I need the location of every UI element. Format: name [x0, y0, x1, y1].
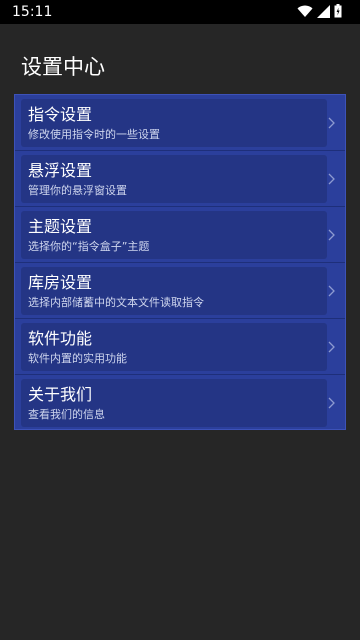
wifi-icon: [297, 3, 313, 22]
chevron-right-icon: [328, 341, 335, 353]
menu-item-theme-settings[interactable]: 主题设置 选择你的“指令盒子”主题: [15, 207, 345, 263]
battery-icon: [334, 3, 342, 22]
status-time: 15:11: [12, 4, 53, 20]
menu-item-float-settings[interactable]: 悬浮设置 管理你的悬浮窗设置: [15, 151, 345, 207]
settings-menu: 指令设置 修改使用指令时的一些设置 悬浮设置 管理你的悬浮窗设置 主题设置 选择…: [14, 94, 346, 430]
menu-item-storage-settings[interactable]: 库房设置 选择内部储蓄中的文本文件读取指令: [15, 263, 345, 319]
menu-item-subtitle: 选择内部储蓄中的文本文件读取指令: [28, 296, 204, 309]
status-bar: 15:11: [0, 0, 360, 24]
menu-item-subtitle: 管理你的悬浮窗设置: [28, 184, 127, 197]
menu-item-title: 指令设置: [28, 105, 93, 124]
menu-item-title: 主题设置: [28, 217, 93, 236]
menu-item-subtitle: 软件内置的实用功能: [28, 352, 127, 365]
signal-icon: [317, 3, 330, 22]
menu-item-subtitle: 查看我们的信息: [28, 408, 105, 421]
chevron-right-icon: [328, 397, 335, 409]
menu-item-title: 库房设置: [28, 273, 93, 292]
chevron-right-icon: [328, 173, 335, 185]
chevron-right-icon: [328, 285, 335, 297]
menu-item-about-us[interactable]: 关于我们 查看我们的信息: [15, 375, 345, 429]
menu-item-title: 悬浮设置: [28, 161, 93, 180]
status-icons: [297, 3, 342, 22]
menu-item-app-features[interactable]: 软件功能 软件内置的实用功能: [15, 319, 345, 375]
chevron-right-icon: [328, 229, 335, 241]
page-title: 设置中心: [21, 55, 105, 79]
menu-item-subtitle: 修改使用指令时的一些设置: [28, 128, 160, 141]
menu-item-title: 软件功能: [28, 329, 93, 348]
menu-item-subtitle: 选择你的“指令盒子”主题: [28, 240, 150, 253]
menu-item-title: 关于我们: [28, 385, 93, 404]
chevron-right-icon: [328, 117, 335, 129]
menu-item-command-settings[interactable]: 指令设置 修改使用指令时的一些设置: [15, 95, 345, 151]
